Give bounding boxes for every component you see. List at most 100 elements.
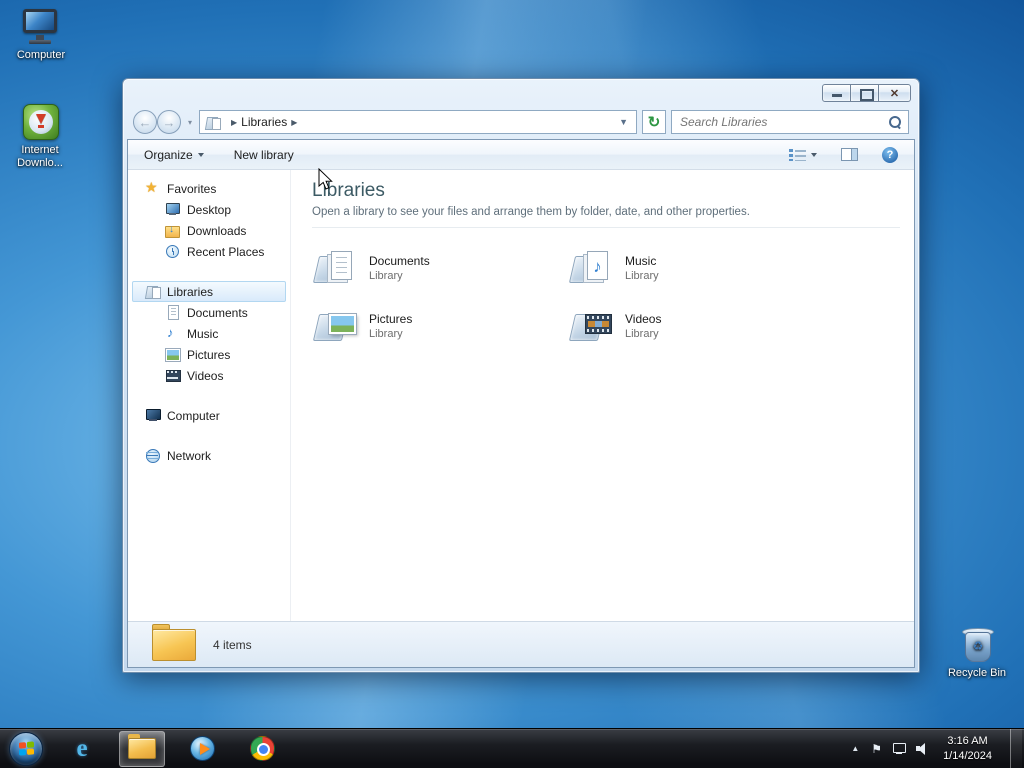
- pictures-icon: [165, 347, 182, 362]
- preview-pane-button[interactable]: [835, 144, 864, 165]
- library-item-pictures[interactable]: Pictures Library: [312, 304, 547, 348]
- internet-explorer-icon: e: [76, 734, 88, 762]
- desktop: Computer Internet Downlo... ♻ Recycle Bi…: [0, 0, 1024, 769]
- sidebar-item-recent-places[interactable]: Recent Places: [132, 241, 286, 262]
- pictures-library-icon: [312, 306, 360, 346]
- address-dropdown-icon[interactable]: ▼: [616, 117, 631, 127]
- library-item-name: Music: [625, 254, 657, 268]
- library-item-documents[interactable]: Documents Library: [312, 246, 547, 290]
- history-dropdown-icon[interactable]: ▾: [188, 118, 192, 127]
- sidebar-item-videos[interactable]: Videos: [132, 365, 286, 386]
- explorer-folder-icon: [128, 734, 156, 759]
- sidebar-item-label: Libraries: [167, 284, 214, 299]
- videos-icon: [165, 368, 182, 383]
- taskbar-clock[interactable]: 3:16 AM 1/14/2024: [943, 734, 992, 764]
- library-item-name: Documents: [369, 254, 430, 268]
- content-pane: Libraries Open a library to see your fil…: [291, 170, 914, 621]
- page-title: Libraries: [312, 180, 385, 201]
- sidebar-item-label: Music: [187, 326, 219, 341]
- recent-places-icon: [165, 244, 182, 259]
- library-item-type: Library: [625, 270, 659, 282]
- sidebar-item-libraries[interactable]: Libraries: [132, 281, 286, 302]
- documents-icon: [165, 305, 182, 320]
- desktop-icon-label: Computer: [16, 49, 66, 61]
- sidebar-item-label: Videos: [187, 368, 224, 383]
- breadcrumb-item[interactable]: Libraries: [241, 115, 287, 129]
- organize-button[interactable]: Organize: [138, 144, 210, 166]
- sidebar-item-music[interactable]: Music: [132, 323, 286, 344]
- window-frame: Organize New library ? ★ Favorites Deskt…: [127, 139, 915, 668]
- window-titlebar[interactable]: [123, 79, 919, 105]
- maximize-button[interactable]: [850, 84, 879, 102]
- sidebar-item-favorites[interactable]: Favorites: [132, 178, 286, 199]
- taskbar-item-chrome[interactable]: [239, 731, 285, 767]
- libraries-icon: [145, 284, 162, 299]
- sidebar-item-downloads[interactable]: Downloads: [132, 220, 286, 241]
- document-page: [331, 251, 352, 280]
- documents-library-icon: [312, 248, 360, 288]
- library-items-grid: Documents Library ♪ Music Library Pictur…: [312, 246, 900, 348]
- monitor-screen: [23, 9, 57, 33]
- idm-icon: [18, 103, 62, 141]
- sidebar-item-pictures[interactable]: Pictures: [132, 344, 286, 365]
- sidebar-item-documents[interactable]: Documents: [132, 302, 286, 323]
- window-body: Favorites Desktop Downloads Recent Place…: [128, 170, 914, 621]
- desktop-icon-idm[interactable]: Internet Downlo...: [7, 103, 73, 169]
- idm-arrow: [36, 114, 46, 124]
- folder-icon: [152, 623, 196, 661]
- taskbar-item-explorer[interactable]: [119, 730, 165, 767]
- breadcrumb-chevron-icon[interactable]: ▶: [231, 118, 237, 127]
- item-count: 4 items: [213, 637, 252, 652]
- sidebar-item-label: Favorites: [167, 181, 217, 196]
- monitor-base: [29, 40, 51, 44]
- breadcrumb-chevron-icon[interactable]: ▶: [291, 118, 297, 127]
- sidebar-item-computer[interactable]: Computer: [132, 405, 286, 426]
- sidebar-item-desktop[interactable]: Desktop: [132, 199, 286, 220]
- taskbar-item-internet-explorer[interactable]: e: [59, 731, 105, 767]
- chrome-icon: [249, 736, 275, 761]
- close-button[interactable]: [878, 84, 911, 102]
- desktop-icon-recycle-bin[interactable]: ♻ Recycle Bin: [944, 626, 1010, 680]
- taskbar-icons: e: [59, 730, 285, 767]
- change-view-button[interactable]: [783, 144, 823, 165]
- minimize-button[interactable]: [822, 84, 851, 102]
- network-status-icon[interactable]: [892, 742, 907, 755]
- refresh-button[interactable]: ↻: [642, 110, 666, 134]
- desktop-icon-label: Recycle Bin: [947, 667, 1007, 679]
- new-library-label: New library: [233, 147, 294, 162]
- search-input[interactable]: [678, 114, 884, 130]
- address-bar[interactable]: ▶ Libraries ▶ ▼: [199, 110, 637, 134]
- search-box[interactable]: [671, 110, 909, 134]
- computer-icon: [19, 8, 63, 46]
- library-item-type: Library: [369, 270, 403, 282]
- libraries-icon: [205, 115, 222, 130]
- help-button[interactable]: ?: [876, 143, 904, 167]
- volume-icon[interactable]: [916, 742, 929, 755]
- library-item-music[interactable]: ♪ Music Library: [568, 246, 803, 290]
- tray-expand-icon[interactable]: ▲: [849, 744, 861, 753]
- sidebar-item-network[interactable]: Network: [132, 445, 286, 466]
- start-button[interactable]: [9, 731, 43, 766]
- library-item-type: Library: [369, 328, 403, 340]
- library-item-videos[interactable]: Videos Library: [568, 304, 803, 348]
- sidebar-item-label: Pictures: [187, 347, 231, 362]
- forward-button[interactable]: →: [157, 110, 181, 134]
- search-icon[interactable]: [888, 115, 902, 129]
- action-center-icon[interactable]: ⚑: [871, 743, 882, 755]
- library-item-text: Videos Library: [625, 312, 661, 340]
- library-item-text: Pictures Library: [369, 312, 412, 340]
- idm-bar: [38, 125, 44, 128]
- new-library-button[interactable]: New library: [228, 144, 300, 166]
- show-desktop-button[interactable]: [1010, 728, 1022, 769]
- navigation-bar: ← → ▾ ▶ Libraries ▶ ▼ ↻: [123, 105, 919, 139]
- desktop-icon-computer[interactable]: Computer: [8, 8, 74, 62]
- sidebar-item-label: Documents: [187, 305, 248, 320]
- library-item-text: Music Library: [625, 254, 659, 282]
- taskbar-item-media-player[interactable]: [179, 731, 225, 767]
- library-item-type: Library: [625, 328, 659, 340]
- media-player-icon: [189, 736, 215, 761]
- recycle-bin-icon: ♻: [955, 626, 999, 664]
- back-button[interactable]: ←: [133, 110, 157, 134]
